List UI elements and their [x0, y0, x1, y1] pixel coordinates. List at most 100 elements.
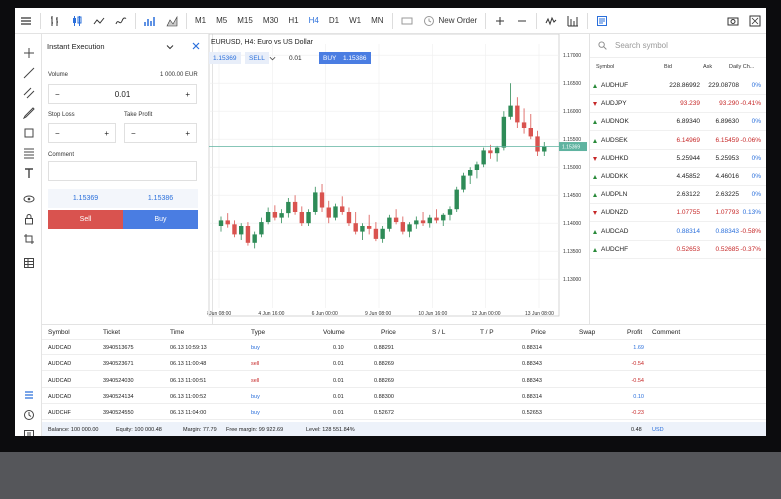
volume-decrease-button[interactable]: −	[55, 90, 60, 99]
candle-body	[252, 234, 257, 243]
buy-button[interactable]: Buy	[123, 210, 198, 229]
watch-row-audnok[interactable]: AUDNOK 6.89340 6.89630 0%	[590, 113, 766, 132]
watch-row-audhkd[interactable]: AUDHKD 5.25944 5.25953 0%	[590, 150, 766, 168]
eye-icon[interactable]	[22, 192, 35, 205]
watch-row-audnzd[interactable]: AUDNZD 1.07755 1.07793 0.13%	[590, 204, 766, 223]
watch-row-auddkk[interactable]: AUDDKK 4.45852 4.46016 0%	[590, 168, 766, 186]
lock-icon[interactable]	[22, 212, 35, 225]
volume-stepper[interactable]: − 0.01 +	[48, 84, 197, 104]
trade-ticket: 3940524030	[103, 377, 134, 384]
journal-icon[interactable]	[22, 428, 35, 436]
volume-increase-button[interactable]: +	[185, 90, 190, 99]
candle-body	[434, 217, 439, 221]
keyboard-icon[interactable]	[396, 8, 418, 34]
candle-body	[326, 207, 331, 218]
trade-type: sell	[251, 361, 260, 368]
tf-m15[interactable]: M15	[232, 8, 258, 34]
trade-row[interactable]: AUDCAD 3940524134 06.13 11:00:52 buy 0.01 0.8…	[42, 389, 766, 404]
fibonacci-icon[interactable]	[22, 146, 35, 159]
one-click-buy-price[interactable]: 1.15386	[339, 52, 371, 64]
bid-price: 1.15369	[48, 189, 123, 208]
candle-body	[481, 150, 486, 165]
order-type-dropdown[interactable]: Instant Execution	[42, 34, 213, 58]
symbol-search[interactable]: Search symbol	[590, 34, 766, 58]
one-click-buy-button[interactable]: BUY	[319, 52, 341, 64]
take-profit-stepper[interactable]: − +	[124, 123, 197, 143]
grid-icon[interactable]	[562, 8, 584, 34]
arrow-down-icon	[593, 156, 597, 161]
tf-h1[interactable]: H1	[283, 8, 303, 34]
crop-icon[interactable]	[22, 232, 35, 245]
tf-h4[interactable]: H4	[304, 8, 324, 34]
text-icon[interactable]	[22, 166, 35, 179]
template-icon[interactable]	[591, 8, 613, 34]
trade-row[interactable]: AUDCHF 3940524550 06.13 11:04:00 buy 0.01 0.5…	[42, 405, 766, 421]
trade-list-icon[interactable]	[22, 388, 35, 401]
tp-decrease-button[interactable]: −	[131, 129, 136, 138]
watch-change: 0.13%	[742, 209, 761, 217]
fullscreen-icon[interactable]	[744, 8, 766, 34]
watch-row-audpln[interactable]: AUDPLN 2.63122 2.63225 0%	[590, 186, 766, 205]
one-click-sell-button[interactable]: SELL	[245, 52, 269, 64]
candle-body	[346, 212, 352, 224]
sell-button[interactable]: Sell	[48, 210, 123, 229]
close-icon[interactable]	[192, 42, 200, 50]
tf-m1[interactable]: M1	[190, 8, 211, 34]
new-order-button[interactable]: New Order	[418, 8, 483, 34]
x-tick-label: 12 Jun 00:00	[472, 311, 501, 317]
channel-icon[interactable]	[22, 86, 35, 99]
objects-list-icon[interactable]	[22, 256, 35, 269]
stop-loss-stepper[interactable]: − +	[48, 123, 116, 143]
one-click-volume[interactable]: 0.01	[285, 52, 306, 64]
indicator-wave-icon[interactable]	[540, 8, 562, 34]
mountain-icon[interactable]	[161, 8, 183, 34]
volume-chevron-icon[interactable]	[269, 55, 276, 62]
candle-body	[313, 192, 318, 212]
zoom-in-icon[interactable]	[489, 8, 511, 34]
zoom-out-icon[interactable]	[511, 8, 533, 34]
trend-icon[interactable]	[110, 8, 132, 34]
trendline-icon[interactable]	[22, 66, 35, 79]
watch-row-audsek[interactable]: AUDSEK 6.14969 6.15459 -0.06%	[590, 132, 766, 150]
tf-m5[interactable]: M5	[211, 8, 232, 34]
line-chart-icon[interactable]	[88, 8, 110, 34]
candles-icon[interactable]	[66, 8, 88, 34]
one-click-sell-price[interactable]: 1.15369	[209, 52, 241, 64]
tp-increase-button[interactable]: +	[185, 129, 190, 138]
watch-row-audcad[interactable]: AUDCAD 0.88314 0.88343 -0.58%	[590, 223, 766, 241]
tf-mn[interactable]: MN	[366, 8, 388, 34]
trade-type: sell	[251, 377, 260, 384]
arrow-down-icon	[593, 211, 597, 216]
tf-d1[interactable]: D1	[324, 8, 344, 34]
crosshair-icon[interactable]	[22, 46, 35, 59]
watch-header-ask: Ask	[703, 64, 713, 70]
trade-volume: 0.01	[333, 393, 344, 400]
comment-input[interactable]	[48, 161, 197, 181]
trade-row[interactable]: AUDCAD 3940524030 06.13 11:00:51 sell 0.01 0.…	[42, 373, 766, 388]
arrow-up-icon	[593, 247, 597, 252]
indicators-icon[interactable]	[139, 8, 161, 34]
watch-row-audjpy[interactable]: AUDJPY 93.239 93.290 -0.41%	[590, 95, 766, 114]
trade-symbol: AUDCAD	[48, 393, 72, 400]
watch-change: 0%	[751, 82, 761, 89]
rectangle-icon[interactable]	[22, 126, 35, 139]
watch-row-audhuf[interactable]: AUDHUF 228.86992 229.08708 0%	[590, 77, 766, 95]
watch-symbol: AUDNOK	[601, 118, 629, 126]
sl-decrease-button[interactable]: −	[55, 129, 60, 138]
price-chart[interactable]: 1.17000 1.16500 1.16000 1.15500 1.15000 1.145…	[207, 34, 589, 324]
pen-icon[interactable]	[22, 106, 35, 119]
watch-row-audchf[interactable]: AUDCHF 0.52653 0.52685 -0.37%	[590, 241, 766, 259]
trade-row[interactable]: AUDCAD 3940523671 06.13 11:00:48 sell 0.01 0.…	[42, 356, 766, 372]
tf-m30[interactable]: M30	[258, 8, 284, 34]
menu-icon[interactable]	[15, 8, 37, 34]
bar-chart-icon[interactable]	[44, 8, 66, 34]
history-icon[interactable]	[22, 408, 35, 421]
candle-body	[232, 224, 237, 235]
screenshot-icon[interactable]	[722, 8, 744, 34]
trade-table: Symbol Ticket Time Type Volume Price S /…	[42, 324, 766, 436]
sl-increase-button[interactable]: +	[104, 129, 109, 138]
trade-row[interactable]: AUDCAD 3940513675 06.13 10:59:13 buy 0.10 0.8…	[42, 340, 766, 355]
tf-w1[interactable]: W1	[344, 8, 366, 34]
candle-body	[467, 170, 473, 176]
candle-body	[542, 146, 547, 152]
